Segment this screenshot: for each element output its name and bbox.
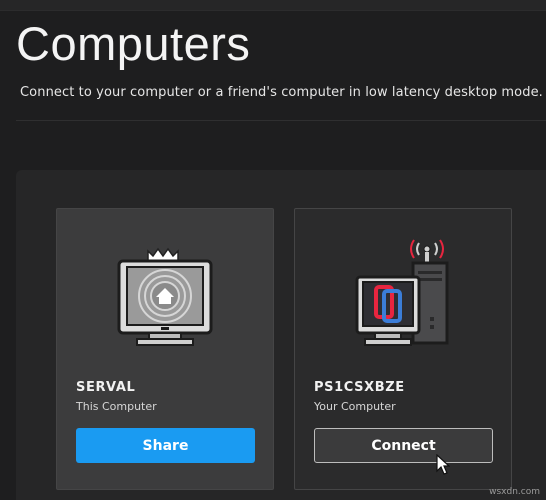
page-subtitle: Connect to your computer or a friend's c… [20,85,543,100]
page-title: Computers [16,17,251,70]
computers-page: Computers Connect to your computer or a … [0,0,546,500]
computer-card-serval: SERVAL This Computer Share [56,208,274,490]
mouse-cursor-icon [436,454,450,475]
computer-name: SERVAL [76,380,136,395]
computer-description: This Computer [76,400,157,413]
top-bar [0,0,546,11]
watermark: wsxdn.com [489,487,540,497]
home-computer-icon [117,247,213,346]
connect-button-label: Connect [371,437,436,454]
remote-computer-icon [355,239,449,346]
connect-button[interactable]: Connect [314,428,493,463]
computer-name: PS1CSXBZE [314,380,405,395]
share-button[interactable]: Share [76,428,255,463]
header-divider [16,120,546,121]
computer-card-ps1csxbze: PS1CSXBZE Your Computer Connect [294,208,512,490]
computer-description: Your Computer [314,400,396,413]
share-button-label: Share [142,437,189,454]
